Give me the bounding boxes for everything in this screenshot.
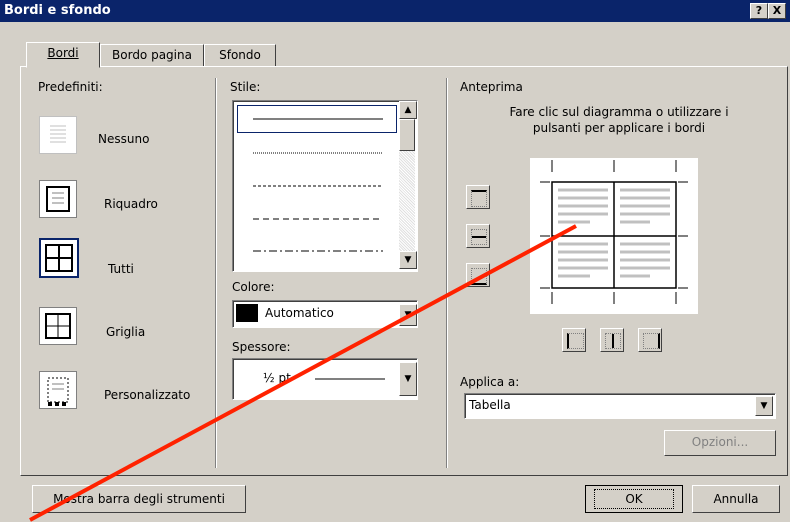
custom-border-icon bbox=[47, 377, 69, 406]
style-listbox[interactable]: ▲ ▼ bbox=[232, 100, 418, 272]
cancel-button[interactable]: Annulla bbox=[692, 485, 780, 513]
apply-value: Tabella bbox=[469, 398, 511, 412]
width-line-preview bbox=[315, 378, 385, 380]
all-borders-icon bbox=[45, 244, 73, 272]
border-inner-horizontal-button[interactable] bbox=[466, 224, 490, 248]
width-heading: Spessore: bbox=[232, 340, 291, 354]
preset-all-icon[interactable] bbox=[39, 238, 79, 278]
border-inner-vertical-button[interactable] bbox=[600, 328, 624, 352]
preset-custom-label[interactable]: Personalizzato bbox=[104, 388, 190, 402]
preview-instructions-1: Fare clic sul diagramma o utilizzare i bbox=[509, 105, 729, 119]
apply-dropdown-arrow-icon[interactable]: ▼ bbox=[755, 396, 773, 416]
border-inner-vertical-icon bbox=[605, 333, 621, 349]
preset-box-icon[interactable] bbox=[39, 180, 77, 218]
color-heading: Colore: bbox=[232, 280, 275, 294]
color-swatch bbox=[236, 304, 258, 322]
no-border-icon bbox=[50, 125, 66, 143]
scroll-up-icon[interactable]: ▲ bbox=[399, 101, 417, 119]
border-top-button[interactable] bbox=[466, 185, 490, 209]
preset-grid-icon[interactable] bbox=[39, 307, 77, 345]
border-left-button[interactable] bbox=[562, 328, 586, 352]
border-inner-horizontal-icon bbox=[471, 229, 487, 245]
presets-heading: Predefiniti: bbox=[38, 80, 103, 94]
window-title: Bordi e sfondo bbox=[4, 3, 111, 18]
color-dropdown-arrow-icon[interactable]: ▼ bbox=[399, 304, 417, 326]
border-right-button[interactable] bbox=[638, 328, 662, 352]
tab-bordi[interactable]: Bordi bbox=[26, 42, 100, 68]
show-toolbar-button[interactable]: Mostra barra degli strumenti bbox=[32, 485, 246, 513]
line-styles-preview bbox=[253, 118, 383, 252]
width-value: ½ pt bbox=[263, 371, 291, 385]
preset-none-label[interactable]: Nessuno bbox=[98, 132, 149, 146]
help-button[interactable]: ? bbox=[750, 3, 768, 19]
separator-presets bbox=[215, 78, 217, 468]
preview-instructions-2: pulsanti per applicare i bordi bbox=[532, 121, 706, 135]
apply-dropdown[interactable]: Tabella ▼ bbox=[464, 393, 776, 419]
width-dropdown-arrow-icon[interactable]: ▼ bbox=[399, 362, 417, 396]
apply-heading: Applica a: bbox=[460, 375, 520, 389]
preview-table-diagram bbox=[540, 160, 688, 304]
title-bar: Bordi e sfondo ? X bbox=[0, 0, 790, 22]
color-value: Automatico bbox=[265, 306, 334, 320]
border-right-icon bbox=[643, 333, 660, 349]
close-button[interactable]: X bbox=[768, 3, 786, 19]
border-bottom-button[interactable] bbox=[466, 263, 490, 287]
tab-sfondo[interactable]: Sfondo bbox=[204, 44, 276, 67]
color-dropdown[interactable]: Automatico ▼ bbox=[232, 300, 418, 328]
options-button[interactable]: Opzioni... bbox=[664, 430, 776, 456]
tab-bordo-pagina[interactable]: Bordo pagina bbox=[100, 44, 204, 67]
border-top-icon bbox=[471, 190, 487, 207]
width-dropdown[interactable]: ½ pt ▼ bbox=[232, 358, 418, 400]
border-left-icon bbox=[567, 333, 584, 349]
grid-border-icon bbox=[45, 313, 71, 339]
preview-diagram[interactable] bbox=[530, 158, 698, 314]
border-bottom-icon bbox=[471, 268, 487, 285]
style-scrollbar[interactable]: ▲ ▼ bbox=[399, 101, 417, 269]
separator-preview bbox=[446, 78, 448, 468]
preset-grid-label[interactable]: Griglia bbox=[106, 325, 145, 339]
scroll-thumb[interactable] bbox=[399, 119, 415, 151]
preset-all-label[interactable]: Tutti bbox=[108, 262, 134, 276]
preset-none-icon[interactable] bbox=[39, 116, 77, 154]
ok-button[interactable]: OK bbox=[585, 485, 683, 513]
box-border-icon bbox=[46, 186, 70, 212]
style-heading: Stile: bbox=[230, 80, 261, 94]
scroll-down-icon[interactable]: ▼ bbox=[399, 251, 417, 269]
preset-box-label[interactable]: Riquadro bbox=[104, 197, 158, 211]
preview-heading: Anteprima bbox=[460, 80, 523, 94]
preset-custom-icon[interactable] bbox=[39, 371, 77, 409]
